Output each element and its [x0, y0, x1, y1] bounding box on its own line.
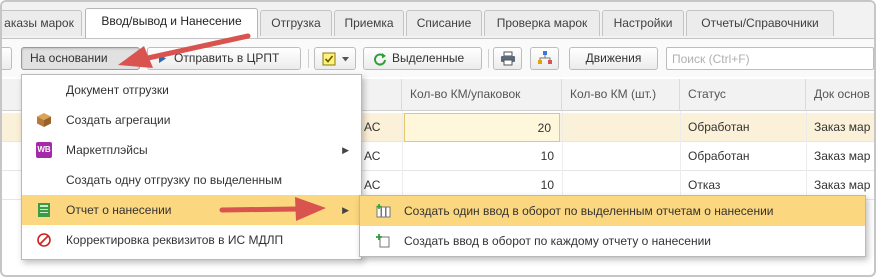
send-to-crpt-button[interactable]: Отправить в ЦРПТ — [147, 47, 301, 70]
based-on-menu: Документ отгрузки Создать агрегации WB М… — [21, 74, 362, 260]
select-all-dropdown[interactable] — [314, 47, 356, 70]
send-to-crpt-label: Отправить в ЦРПТ — [174, 51, 280, 65]
report-icon — [38, 203, 50, 217]
table-cell-km-packs: 10 — [540, 149, 554, 163]
chevron-down-icon — [342, 57, 349, 62]
menu-item-label: Отчет о нанесении — [66, 203, 172, 217]
submenu-item-create-entry-per-report[interactable]: Создать ввод в оборот по каждому отчету … — [360, 226, 865, 256]
tab-bar: аказы марок Ввод/вывод и Нанесение Отгру… — [2, 2, 874, 39]
box-icon — [37, 113, 51, 127]
submenu-item-label: Создать ввод в оборот по каждому отчету … — [404, 234, 711, 248]
play-icon — [159, 54, 166, 63]
selected-button[interactable]: Выделенные — [363, 47, 482, 70]
toolbar-separator — [308, 49, 309, 68]
menu-item-label: Создать агрегации — [66, 113, 171, 127]
submenu-item-label: Создать один ввод в оборот по выделенным… — [404, 204, 774, 218]
table-cell-km-pcs — [562, 113, 680, 142]
table-cell-km-packs[interactable]: 20 — [404, 113, 560, 142]
structure-button[interactable] — [530, 47, 559, 70]
toolbar-separator — [488, 49, 489, 68]
hierarchy-icon — [538, 51, 552, 64]
selected-label: Выделенные — [392, 51, 465, 65]
column-header-base-doc[interactable]: Док основ — [806, 79, 874, 111]
submenu-arrow-icon: ▶ — [342, 145, 349, 155]
tab-marks-check[interactable]: Проверка марок — [484, 10, 600, 36]
column-header-km-pcs[interactable]: Кол-во КМ (шт.) — [562, 79, 680, 111]
tab-receiving[interactable]: Приемка — [334, 10, 404, 36]
search-input[interactable] — [666, 47, 874, 70]
table-cell-base-doc: Заказ мар — [814, 120, 871, 134]
table-cell-km-pcs — [562, 142, 680, 171]
menu-item-label: Корректировка реквизитов в ИС МДЛП — [66, 233, 284, 247]
toolbar: На основании Отправить в ЦРПТ Выделенные — [2, 39, 874, 77]
print-button[interactable] — [493, 47, 522, 70]
table-cell-base-doc: Заказ мар — [814, 149, 871, 163]
tab-shipment[interactable]: Отгрузка — [260, 10, 332, 36]
application-report-submenu: Создать один ввод в оборот по выделенным… — [359, 195, 866, 257]
movements-button[interactable]: Движения — [569, 47, 658, 70]
table-cell-clipped: АС — [364, 120, 381, 134]
toolbar-clipped-button[interactable] — [2, 47, 12, 70]
printer-icon — [501, 51, 515, 66]
column-header-status[interactable]: Статус — [680, 79, 806, 111]
submenu-item-create-one-entry[interactable]: Создать один ввод в оборот по выделенным… — [360, 196, 865, 226]
menu-item-mdlp-correction[interactable]: Корректировка реквизитов в ИС МДЛП — [22, 225, 361, 255]
checkbox-icon — [322, 52, 336, 66]
table-cell-clipped: АС — [364, 149, 381, 163]
tab-write-off[interactable]: Списание — [406, 10, 482, 36]
app-window: аказы марок Ввод/вывод и Нанесение Отгру… — [0, 0, 876, 277]
submenu-arrow-icon: ▶ — [342, 205, 349, 215]
table-cell-status: Обработан — [688, 149, 750, 163]
no-edit-icon — [37, 233, 51, 247]
column-header-km-packs[interactable]: Кол-во КМ/упаковок — [402, 79, 562, 111]
wb-icon: WB — [36, 142, 52, 158]
menu-item-application-report[interactable]: Отчет о нанесении ▶ — [22, 195, 361, 225]
create-each-icon — [376, 234, 390, 248]
menu-item-label: Маркетплэйсы — [66, 143, 148, 157]
menu-item-create-one-shipment[interactable]: Создать одну отгрузку по выделенным — [22, 165, 361, 195]
menu-item-label: Создать одну отгрузку по выделенным — [66, 173, 282, 187]
tab-input-output-application[interactable]: Ввод/вывод и Нанесение — [85, 8, 258, 39]
menu-item-label: Документ отгрузки — [66, 83, 169, 97]
menu-item-marketplaces[interactable]: WB Маркетплэйсы ▶ — [22, 135, 361, 165]
based-on-button[interactable]: На основании — [21, 47, 140, 70]
menu-item-create-aggregations[interactable]: Создать агрегации — [22, 105, 361, 135]
refresh-icon — [374, 53, 386, 66]
menu-item-shipment-document[interactable]: Документ отгрузки — [22, 75, 361, 105]
tab-mark-orders[interactable]: аказы марок — [2, 10, 82, 36]
create-multi-icon — [376, 204, 391, 218]
tab-settings[interactable]: Настройки — [602, 10, 684, 36]
tab-reports[interactable]: Отчеты/Справочники — [686, 10, 834, 36]
table-cell-status: Обработан — [688, 120, 750, 134]
